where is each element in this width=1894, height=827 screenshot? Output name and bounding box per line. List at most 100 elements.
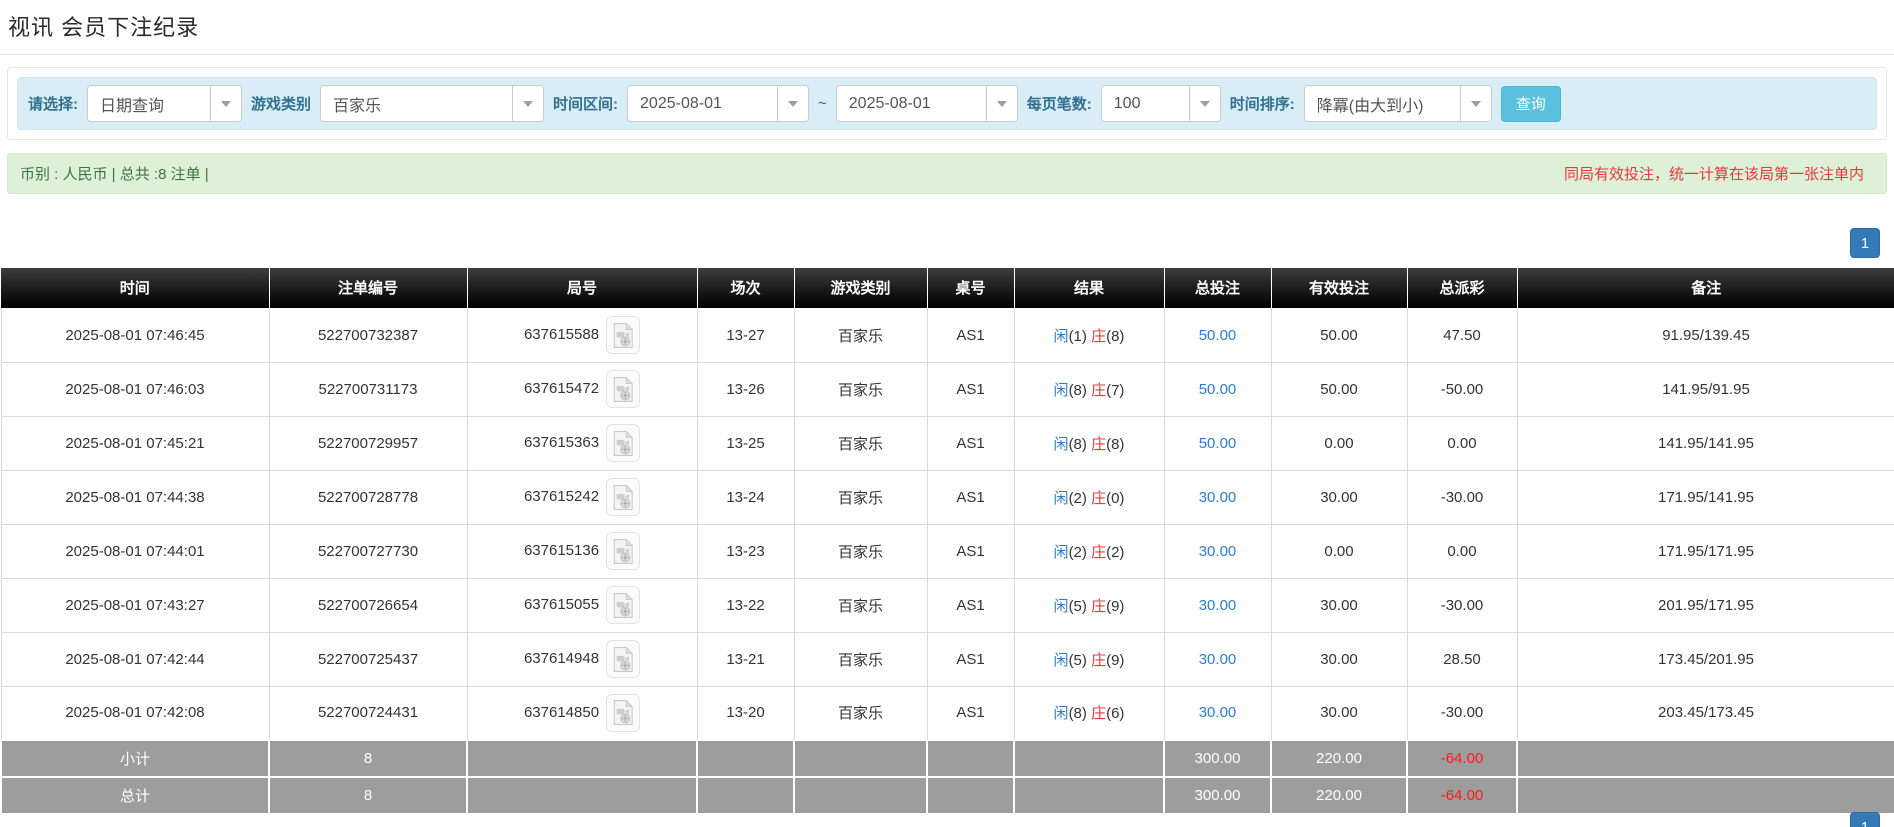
- session-no: 13-20: [697, 686, 794, 740]
- player-count: (5): [1069, 652, 1087, 669]
- remark: 201.95/171.95: [1517, 578, 1894, 632]
- page-size-value: 100: [1102, 86, 1189, 121]
- chevron-down-icon[interactable]: [986, 86, 1017, 121]
- chevron-down-icon[interactable]: [1460, 86, 1491, 121]
- video-replay-icon[interactable]: [606, 532, 640, 570]
- payout: -30.00: [1407, 470, 1517, 524]
- banker-label: 庄: [1091, 705, 1106, 722]
- round-id: 637615363: [524, 434, 599, 451]
- total-payout: -64.00: [1407, 777, 1517, 814]
- total-row: 总计 8 300.00 220.00 -64.00: [1, 777, 1894, 814]
- total-bet-link[interactable]: 50.00: [1199, 381, 1237, 398]
- col-game: 游戏类别: [794, 268, 927, 308]
- banker-count: (8): [1106, 328, 1124, 345]
- game-category: 百家乐: [794, 578, 927, 632]
- table-no: AS1: [927, 470, 1014, 524]
- total-bet-link[interactable]: 30.00: [1199, 704, 1237, 721]
- total-label: 总计: [1, 777, 269, 814]
- chevron-down-icon[interactable]: [512, 86, 543, 121]
- table-row: 2025-08-01 07:44:38 522700728778 6376152…: [1, 470, 1894, 524]
- currency-summary: 币别 : 人民币 | 总共 :8 注单 |: [20, 163, 209, 184]
- round-cell: 637615472: [467, 362, 697, 416]
- search-button[interactable]: 查询: [1501, 86, 1561, 122]
- video-replay-icon[interactable]: [606, 694, 640, 732]
- subtotal-count: 8: [269, 740, 467, 777]
- remark: 171.95/141.95: [1517, 470, 1894, 524]
- chevron-down-icon[interactable]: [210, 86, 241, 121]
- remark: 171.95/171.95: [1517, 524, 1894, 578]
- total-bet-link[interactable]: 30.00: [1199, 597, 1237, 614]
- date-from-select[interactable]: 2025-08-01: [627, 85, 809, 122]
- player-count: (5): [1069, 598, 1087, 615]
- result-cell: 闲(8) 庄(8): [1014, 416, 1164, 470]
- banker-label: 庄: [1091, 490, 1106, 507]
- table-footer: 小计 8 300.00 220.00 -64.00 总计 8: [1, 740, 1894, 814]
- payout: 0.00: [1407, 524, 1517, 578]
- game-category: 百家乐: [794, 470, 927, 524]
- player-label: 闲: [1054, 544, 1069, 561]
- total-bet-link[interactable]: 30.00: [1199, 489, 1237, 506]
- video-replay-icon[interactable]: [606, 640, 640, 678]
- game-category: 百家乐: [794, 524, 927, 578]
- total-bet-link[interactable]: 30.00: [1199, 543, 1237, 560]
- game-category: 百家乐: [794, 686, 927, 740]
- banker-count: (0): [1106, 490, 1124, 507]
- date-to-value: 2025-08-01: [837, 86, 986, 121]
- total-bet-link[interactable]: 50.00: [1199, 327, 1237, 344]
- banker-label: 庄: [1091, 436, 1106, 453]
- filter-bar: 请选择: 日期查询 游戏类别 百家乐 时间区间: 2025-08-01 ~ 20…: [17, 77, 1877, 130]
- col-time: 时间: [1, 268, 269, 308]
- round-cell: 637615136: [467, 524, 697, 578]
- page-1-button[interactable]: 1: [1850, 812, 1880, 827]
- game-category-label: 游戏类别: [251, 93, 311, 114]
- player-count: (1): [1069, 328, 1087, 345]
- page-size-select[interactable]: 100: [1101, 85, 1221, 122]
- time-sort-select[interactable]: 降冪(由大到小): [1304, 85, 1492, 122]
- player-count: (2): [1069, 544, 1087, 561]
- summary-bar: 币别 : 人民币 | 总共 :8 注单 | 同局有效投注，统一计算在该局第一张注…: [7, 153, 1887, 194]
- date-to-select[interactable]: 2025-08-01: [836, 85, 1018, 122]
- total-bet-link[interactable]: 50.00: [1199, 435, 1237, 452]
- bet-id: 522700724431: [269, 686, 467, 740]
- valid-bet: 30.00: [1271, 632, 1407, 686]
- query-type-label: 请选择:: [28, 93, 78, 114]
- round-id: 637615242: [524, 488, 599, 505]
- session-no: 13-27: [697, 308, 794, 362]
- valid-bet: 30.00: [1271, 686, 1407, 740]
- game-category-value: 百家乐: [321, 86, 512, 121]
- table-row: 2025-08-01 07:46:45 522700732387 6376155…: [1, 308, 1894, 362]
- video-replay-icon[interactable]: [606, 586, 640, 624]
- player-label: 闲: [1054, 490, 1069, 507]
- session-no: 13-22: [697, 578, 794, 632]
- pagination-bottom: 1: [1850, 812, 1880, 827]
- round-cell: 637614850: [467, 686, 697, 740]
- result-cell: 闲(2) 庄(0): [1014, 470, 1164, 524]
- query-type-select[interactable]: 日期查询: [87, 85, 242, 122]
- bet-id: 522700729957: [269, 416, 467, 470]
- table-no: AS1: [927, 632, 1014, 686]
- valid-bet: 30.00: [1271, 578, 1407, 632]
- total-bet-link[interactable]: 30.00: [1199, 651, 1237, 668]
- col-bet-id: 注单编号: [269, 268, 467, 308]
- query-type-value: 日期查询: [88, 86, 210, 121]
- page-size-label: 每页笔数:: [1027, 93, 1092, 114]
- chevron-down-icon[interactable]: [1189, 86, 1220, 121]
- player-label: 闲: [1054, 705, 1069, 722]
- video-replay-icon[interactable]: [606, 370, 640, 408]
- round-cell: 637615588: [467, 308, 697, 362]
- video-replay-icon[interactable]: [606, 316, 640, 354]
- valid-bet: 50.00: [1271, 308, 1407, 362]
- video-replay-icon[interactable]: [606, 478, 640, 516]
- range-separator: ~: [818, 95, 827, 112]
- game-category-select[interactable]: 百家乐: [320, 85, 544, 122]
- table-row: 2025-08-01 07:42:44 522700725437 6376149…: [1, 632, 1894, 686]
- payout: 28.50: [1407, 632, 1517, 686]
- subtotal-total-bet: 300.00: [1164, 740, 1271, 777]
- round-id: 637614948: [524, 650, 599, 667]
- video-replay-icon[interactable]: [606, 424, 640, 462]
- page-1-button[interactable]: 1: [1850, 228, 1880, 258]
- bet-id: 522700726654: [269, 578, 467, 632]
- banker-label: 庄: [1091, 544, 1106, 561]
- subtotal-label: 小计: [1, 740, 269, 777]
- chevron-down-icon[interactable]: [777, 86, 808, 121]
